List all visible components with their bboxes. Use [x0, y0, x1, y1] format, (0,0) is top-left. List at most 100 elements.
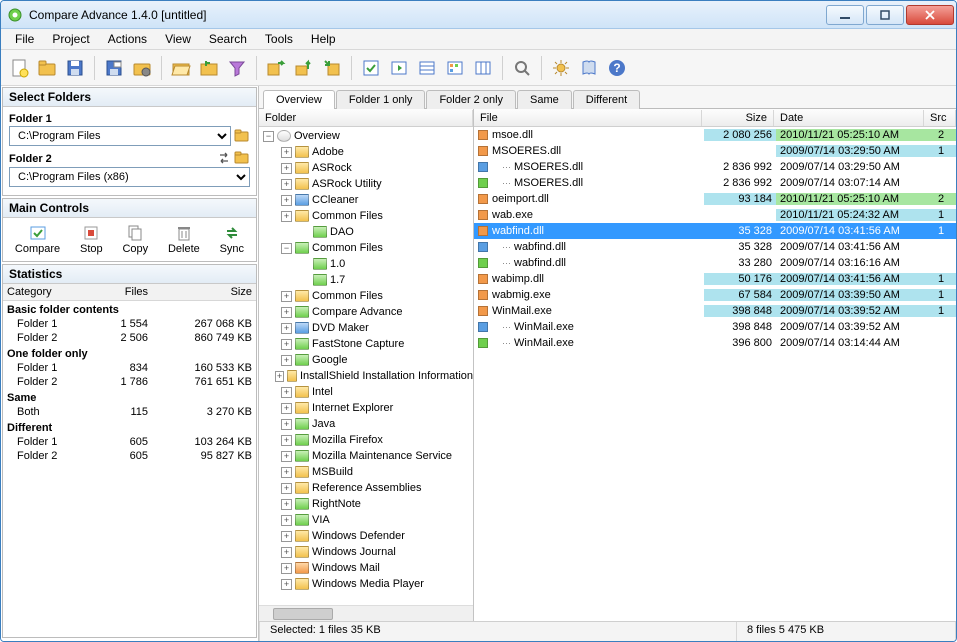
compare-button[interactable]: Compare [9, 222, 66, 257]
project-folder-icon[interactable] [130, 56, 154, 80]
checkbox-icon[interactable] [359, 56, 383, 80]
stop-button[interactable]: Stop [74, 222, 109, 257]
tree-expander-icon[interactable]: + [281, 179, 292, 190]
tab-same[interactable]: Same [517, 90, 572, 109]
tree-expander-icon[interactable]: + [281, 467, 292, 478]
file-col-size[interactable]: Size [702, 110, 774, 126]
tree-node[interactable]: +Windows Journal [259, 544, 473, 560]
file-row[interactable]: wabfind.dll35 3282009/07/14 03:41:56 AM1 [474, 223, 956, 239]
tree-expander-icon[interactable]: + [281, 355, 292, 366]
folder-tree-icon[interactable] [197, 56, 221, 80]
folder2-select[interactable]: C:\Program Files (x86) [9, 167, 250, 187]
stats-col-category[interactable]: Category [3, 284, 96, 301]
tree-node[interactable]: +Google [259, 352, 473, 368]
tree-node[interactable]: +ASRock [259, 160, 473, 176]
tree-expander-icon[interactable]: + [281, 579, 292, 590]
help-icon[interactable]: ? [605, 56, 629, 80]
stats-col-files[interactable]: Files [96, 284, 152, 301]
tree-expander-icon[interactable]: + [281, 291, 292, 302]
export-right-icon[interactable] [264, 56, 288, 80]
tab-folder-2-only[interactable]: Folder 2 only [426, 90, 516, 109]
file-col-date[interactable]: Date [774, 110, 924, 126]
tree-node[interactable]: +Mozilla Firefox [259, 432, 473, 448]
tree-node[interactable]: +Intel [259, 384, 473, 400]
settings-icon[interactable] [549, 56, 573, 80]
browse-folder2-icon[interactable] [234, 150, 250, 166]
tree-expander-icon[interactable]: − [281, 243, 292, 254]
tree-node[interactable]: +Mozilla Maintenance Service [259, 448, 473, 464]
menu-help[interactable]: Help [303, 30, 344, 48]
tree-expander-icon[interactable]: + [281, 435, 292, 446]
delete-button[interactable]: Delete [162, 222, 206, 257]
tree-node[interactable]: +Common Files [259, 288, 473, 304]
file-col-src[interactable]: Src [924, 110, 956, 126]
tree-node[interactable]: +InstallShield Installation Information [259, 368, 473, 384]
file-row[interactable]: ⋯MSOERES.dll2 836 9922009/07/14 03:07:14… [474, 175, 956, 191]
tree-expander-icon[interactable]: + [281, 403, 292, 414]
tree-node[interactable]: +DVD Maker [259, 320, 473, 336]
close-button[interactable] [906, 5, 954, 25]
tree-node[interactable]: DAO [259, 224, 473, 240]
menu-actions[interactable]: Actions [100, 30, 155, 48]
tree-expander-icon[interactable]: + [281, 323, 292, 334]
tree-node[interactable]: −Overview [259, 128, 473, 144]
tree-node[interactable]: +Java [259, 416, 473, 432]
tree-node[interactable]: +Windows Defender [259, 528, 473, 544]
menu-project[interactable]: Project [44, 30, 97, 48]
file-row[interactable]: oeimport.dll93 1842010/11/21 05:25:10 AM… [474, 191, 956, 207]
tree-expander-icon[interactable]: + [281, 499, 292, 510]
menu-file[interactable]: File [7, 30, 42, 48]
tree-expander-icon[interactable]: + [281, 147, 292, 158]
tree-node[interactable]: 1.7 [259, 272, 473, 288]
tree-expander-icon[interactable]: + [281, 515, 292, 526]
tree-expander-icon[interactable]: − [263, 131, 274, 142]
list-view-icon[interactable] [415, 56, 439, 80]
tree-node[interactable]: +FastStone Capture [259, 336, 473, 352]
tree-expander-icon[interactable]: + [281, 547, 292, 558]
open-folder-icon[interactable] [35, 56, 59, 80]
folder1-select[interactable]: C:\Program Files [9, 126, 231, 146]
tree-node[interactable]: +MSBuild [259, 464, 473, 480]
tree-node[interactable]: +Windows Media Player [259, 576, 473, 592]
tree-node[interactable]: +Windows Mail [259, 560, 473, 576]
swap-folders-icon[interactable] [216, 150, 232, 166]
tree-hscrollbar[interactable] [259, 605, 473, 621]
export-up-icon[interactable] [292, 56, 316, 80]
grid-view-icon[interactable] [443, 56, 467, 80]
tree-expander-icon[interactable]: + [281, 307, 292, 318]
tree-expander-icon[interactable]: + [281, 451, 292, 462]
tree-node[interactable]: +Internet Explorer [259, 400, 473, 416]
new-file-icon[interactable] [7, 56, 31, 80]
tree-node[interactable]: +VIA [259, 512, 473, 528]
save-project-icon[interactable] [102, 56, 126, 80]
file-row[interactable]: wabmig.exe67 5842009/07/14 03:39:50 AM1 [474, 287, 956, 303]
file-col-file[interactable]: File [474, 110, 702, 126]
tree-expander-icon[interactable]: + [281, 387, 292, 398]
tab-different[interactable]: Different [573, 90, 640, 109]
tree-header[interactable]: Folder [259, 110, 473, 126]
columns-icon[interactable] [471, 56, 495, 80]
copy-button[interactable]: Copy [116, 222, 154, 257]
tree-node[interactable]: −Common Files [259, 240, 473, 256]
tree-node[interactable]: +Common Files [259, 208, 473, 224]
stats-col-size[interactable]: Size [152, 284, 256, 301]
tree-expander-icon[interactable]: + [281, 483, 292, 494]
tree-expander-icon[interactable]: + [275, 371, 283, 382]
file-row[interactable]: wabimp.dll50 1762009/07/14 03:41:56 AM1 [474, 271, 956, 287]
file-row[interactable]: ⋯WinMail.exe398 8482009/07/14 03:39:52 A… [474, 319, 956, 335]
menu-search[interactable]: Search [201, 30, 255, 48]
folder-tree[interactable]: −Overview+Adobe+ASRock+ASRock Utility+CC… [259, 127, 473, 605]
tree-node[interactable]: +RightNote [259, 496, 473, 512]
menu-tools[interactable]: Tools [257, 30, 301, 48]
tab-overview[interactable]: Overview [263, 90, 335, 109]
tab-folder-1-only[interactable]: Folder 1 only [336, 90, 426, 109]
file-row[interactable]: MSOERES.dll2009/07/14 03:29:50 AM1 [474, 143, 956, 159]
file-row[interactable]: msoe.dll2 080 2562010/11/21 05:25:10 AM2 [474, 127, 956, 143]
list-right-icon[interactable] [387, 56, 411, 80]
tree-node[interactable]: +Adobe [259, 144, 473, 160]
menu-view[interactable]: View [157, 30, 199, 48]
browse-folder1-icon[interactable] [234, 128, 250, 144]
tree-node[interactable]: +Reference Assemblies [259, 480, 473, 496]
tree-node[interactable]: +Compare Advance [259, 304, 473, 320]
sync-button[interactable]: Sync [214, 222, 250, 257]
